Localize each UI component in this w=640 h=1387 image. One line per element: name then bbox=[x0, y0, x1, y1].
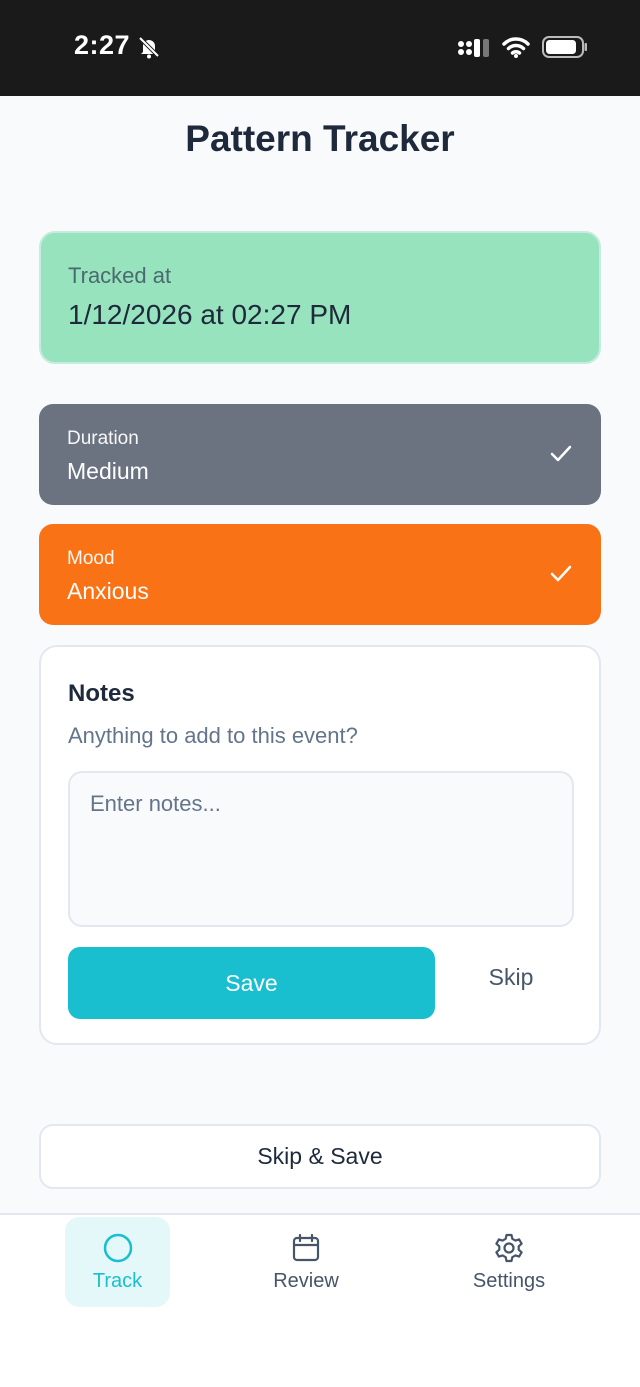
tab-settings-label: Settings bbox=[472, 1269, 546, 1292]
tab-track[interactable]: Track bbox=[65, 1217, 170, 1307]
cellular-signal-icon bbox=[458, 39, 489, 57]
duration-value: Medium bbox=[67, 458, 149, 484]
circle-icon bbox=[103, 1233, 132, 1262]
check-icon bbox=[550, 565, 572, 582]
tab-track-label: Track bbox=[92, 1269, 143, 1292]
tracked-at-label: Tracked at bbox=[68, 263, 172, 288]
notes-subtitle: Anything to add to this event? bbox=[68, 723, 358, 748]
status-time: 2:27 bbox=[74, 30, 131, 60]
bell-muted-icon bbox=[138, 36, 160, 59]
notes-card: Notes Anything to add to this event? Sav… bbox=[39, 645, 601, 1045]
calendar-icon bbox=[292, 1233, 320, 1261]
skip-and-save-button[interactable]: Skip & Save bbox=[39, 1124, 601, 1189]
tab-bar: Track Review Settings bbox=[0, 1213, 640, 1387]
tab-settings[interactable]: Settings bbox=[459, 1217, 559, 1307]
battery-icon bbox=[542, 36, 587, 58]
save-button[interactable]: Save bbox=[68, 947, 435, 1019]
mood-selector[interactable]: Mood Anxious bbox=[39, 524, 601, 625]
skip-button[interactable]: Skip bbox=[461, 947, 561, 1007]
page-title: Pattern Tracker bbox=[185, 118, 455, 159]
check-icon bbox=[550, 445, 572, 462]
tab-review[interactable]: Review bbox=[256, 1217, 356, 1307]
duration-label: Duration bbox=[67, 428, 139, 449]
mood-value: Anxious bbox=[67, 578, 149, 604]
gear-icon bbox=[495, 1233, 523, 1262]
mood-label: Mood bbox=[67, 548, 115, 569]
notes-input[interactable] bbox=[68, 771, 574, 927]
notes-title: Notes bbox=[68, 680, 135, 707]
wifi-icon bbox=[502, 37, 530, 58]
tracked-at-value: 1/12/2026 at 02:27 PM bbox=[68, 299, 352, 330]
status-bar: 2:27 bbox=[0, 0, 640, 96]
tracked-at-card: Tracked at 1/12/2026 at 02:27 PM bbox=[39, 231, 601, 364]
tab-review-label: Review bbox=[273, 1269, 339, 1292]
duration-selector[interactable]: Duration Medium bbox=[39, 404, 601, 505]
